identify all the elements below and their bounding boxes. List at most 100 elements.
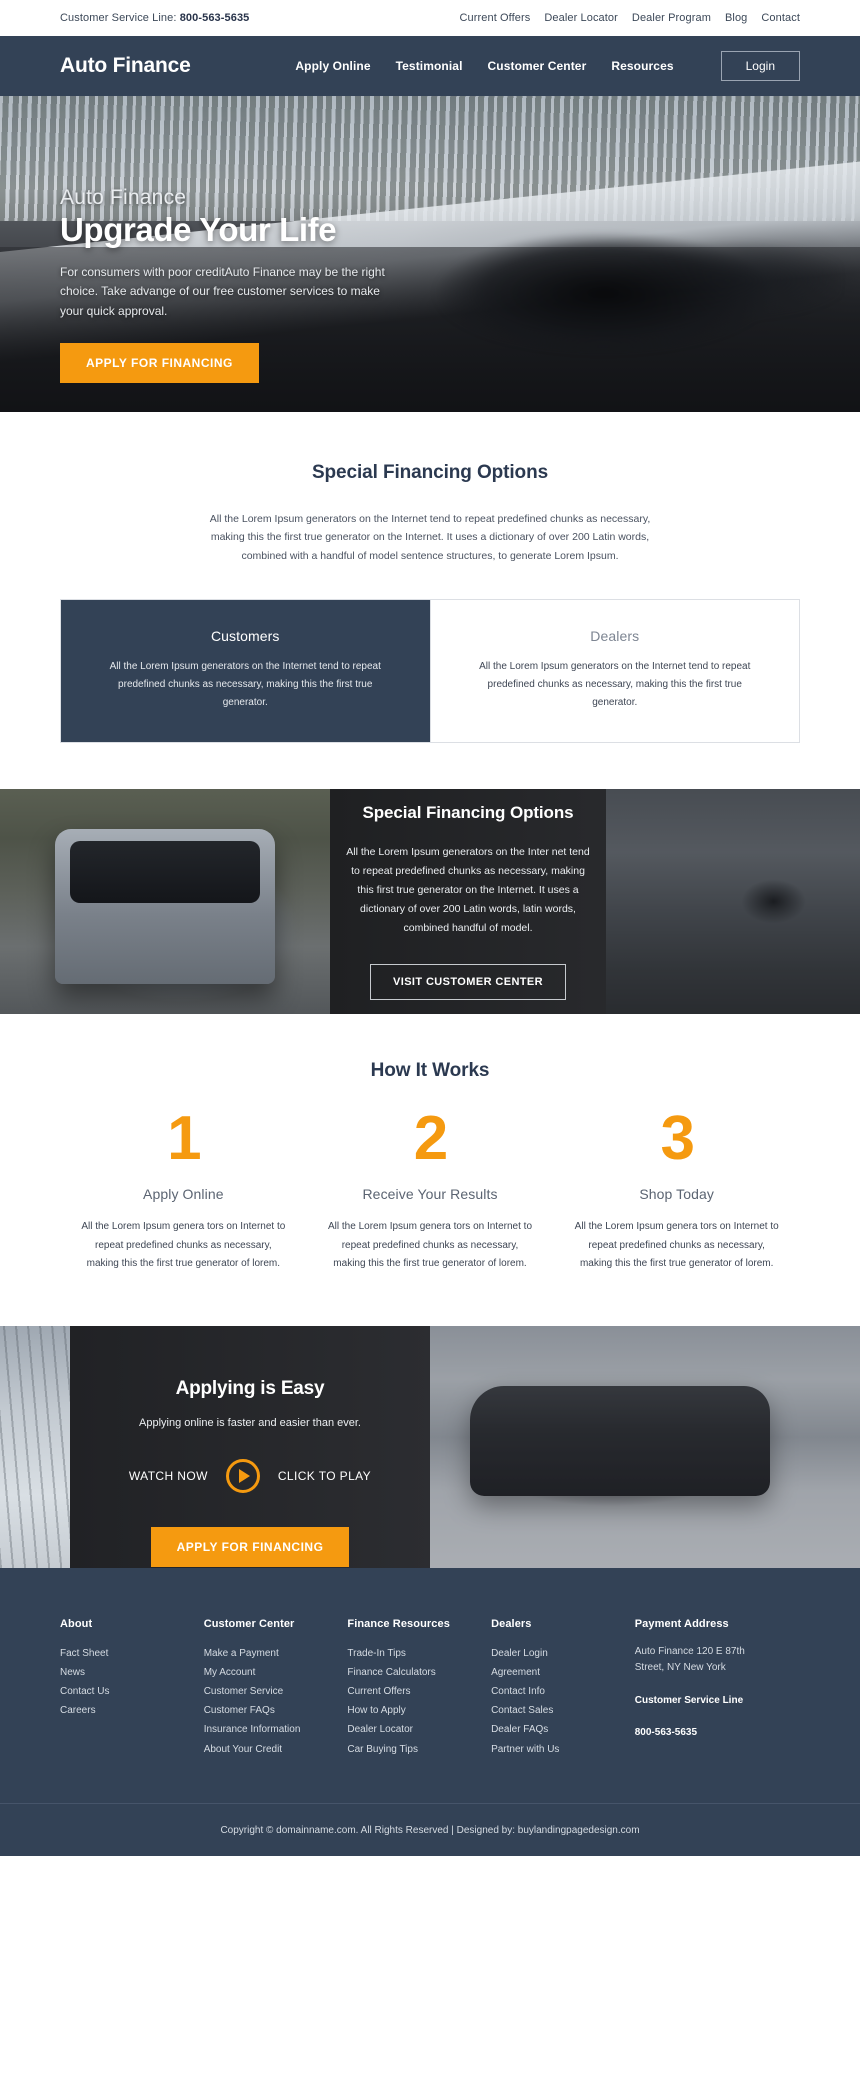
footer-link-contact-sales[interactable]: Contact Sales [491, 1701, 635, 1720]
how-it-works-steps: 1 Apply Online All the Lorem Ipsum gener… [60, 1108, 800, 1274]
footer-heading-about: About [60, 1617, 93, 1630]
dealers-card-text: All the Lorem Ipsum generators on the In… [479, 661, 751, 709]
footer-link-partner-with-us[interactable]: Partner with Us [491, 1740, 635, 1759]
applying-apply-for-financing-button[interactable]: APPLY FOR FINANCING [150, 1526, 350, 1567]
footer-column-payment-address: Payment Address Auto Finance 120 E 87th … [635, 1618, 800, 1759]
click-to-play-label: CLICK TO PLAY [277, 1468, 372, 1483]
footer-link-current-offers[interactable]: Current Offers [347, 1682, 491, 1701]
footer-link-contact-info[interactable]: Contact Info [491, 1682, 635, 1701]
footer-link-my-account[interactable]: My Account [204, 1663, 348, 1682]
how-it-works-section: How It Works 1 Apply Online All the Lore… [0, 1014, 860, 1326]
promo-road-photo-right [606, 789, 860, 1015]
footer-column-finance-resources: Finance Resources Trade-In Tips Finance … [347, 1618, 491, 1759]
hero-eyebrow: Auto Finance [60, 186, 187, 209]
how-it-works-title: How It Works [370, 1060, 490, 1082]
dealers-card[interactable]: Dealers All the Lorem Ipsum generators o… [430, 600, 799, 743]
footer-link-fact-sheet[interactable]: Fact Sheet [60, 1644, 204, 1663]
utility-link-contact[interactable]: Contact [761, 12, 800, 24]
visit-customer-center-button[interactable]: VISIT CUSTOMER CENTER [370, 963, 566, 1000]
service-line-phone: 800-563-5635 [179, 12, 250, 24]
step-2-text: All the Lorem Ipsum genera tors on Inter… [328, 1221, 532, 1270]
copyright-text: Copyright © domainname.com. All Rights R… [220, 1824, 640, 1836]
video-play-row: WATCH NOW CLICK TO PLAY [128, 1458, 372, 1493]
footer-link-dealer-faqs[interactable]: Dealer FAQs [491, 1720, 635, 1739]
footer-service-line-phone: 800-563-5635 [634, 1726, 698, 1738]
hero-section: Auto Finance Upgrade Your Life For consu… [0, 96, 860, 412]
footer-link-car-buying-tips[interactable]: Car Buying Tips [347, 1740, 491, 1759]
footer-link-customer-service[interactable]: Customer Service [204, 1682, 348, 1701]
step-1: 1 Apply Online All the Lorem Ipsum gener… [60, 1108, 307, 1274]
utility-link-dealer-program[interactable]: Dealer Program [632, 12, 711, 24]
footer-heading-customer-center: Customer Center [203, 1617, 295, 1630]
step-1-text: All the Lorem Ipsum genera tors on Inter… [81, 1221, 286, 1270]
watch-now-label: WATCH NOW [128, 1468, 208, 1483]
hero-subtitle: For consumers with poor creditAuto Finan… [60, 265, 385, 318]
footer-link-contact-us[interactable]: Contact Us [60, 1682, 204, 1701]
login-button[interactable]: Login [720, 51, 800, 81]
footer-link-agreement[interactable]: Agreement [491, 1663, 635, 1682]
step-1-number: 1 [167, 1104, 201, 1174]
footer-heading-dealers: Dealers [491, 1617, 532, 1630]
step-2-number: 2 [413, 1104, 448, 1174]
footer-link-careers[interactable]: Careers [60, 1701, 204, 1720]
brand-logo[interactable]: Auto Finance [60, 54, 191, 78]
footer-columns: About Fact Sheet News Contact Us Careers… [60, 1618, 800, 1759]
utility-nav: Current Offers Dealer Locator Dealer Pro… [459, 12, 800, 24]
footer-link-insurance-information[interactable]: Insurance Information [204, 1720, 348, 1739]
play-triangle-icon [238, 1468, 250, 1483]
footer-link-news[interactable]: News [60, 1663, 204, 1682]
customers-card-title: Customers [210, 628, 280, 645]
promo-car-photo-left [0, 789, 330, 1015]
copyright-bar: Copyright © domainname.com. All Rights R… [0, 1802, 860, 1856]
special-financing-lead: All the Lorem Ipsum generators on the In… [209, 513, 651, 562]
utility-bar: Customer Service Line: 800-563-5635 Curr… [0, 0, 860, 36]
footer-link-make-a-payment[interactable]: Make a Payment [204, 1644, 348, 1663]
utility-link-dealer-locator[interactable]: Dealer Locator [544, 12, 618, 24]
special-financing-section: Special Financing Options All the Lorem … [0, 412, 860, 790]
footer-heading-finance-resources: Finance Resources [347, 1617, 450, 1630]
nav-item-testimonial[interactable]: Testimonial [396, 59, 463, 73]
footer-link-dealer-login[interactable]: Dealer Login [491, 1644, 635, 1663]
utility-link-blog[interactable]: Blog [725, 12, 747, 24]
customer-center-promo-section: Special Financing Options All the Lorem … [0, 789, 860, 1015]
dealers-card-title: Dealers [590, 628, 640, 645]
footer-link-about-your-credit[interactable]: About Your Credit [204, 1740, 348, 1759]
applying-content-panel: Applying is Easy Applying online is fast… [70, 1325, 430, 1568]
applying-is-easy-section: Applying is Easy Applying online is fast… [0, 1325, 860, 1568]
promo-text: All the Lorem Ipsum generators on the In… [346, 846, 590, 934]
customers-card-text: All the Lorem Ipsum generators on the In… [109, 661, 381, 709]
footer-service-line-heading: Customer Service Line [634, 1694, 744, 1706]
main-nav: Apply Online Testimonial Customer Center… [295, 51, 800, 81]
footer-link-dealer-locator[interactable]: Dealer Locator [347, 1720, 491, 1739]
site-header: Auto Finance Apply Online Testimonial Cu… [0, 36, 860, 96]
step-3: 3 Shop Today All the Lorem Ipsum genera … [553, 1108, 800, 1274]
footer-address-line-1: Auto Finance 120 E 87th [634, 1645, 745, 1657]
footer-link-finance-calculators[interactable]: Finance Calculators [347, 1663, 491, 1682]
footer-link-trade-in-tips[interactable]: Trade-In Tips [347, 1644, 491, 1663]
nav-item-resources[interactable]: Resources [611, 59, 673, 73]
hero-motion-blur-car [410, 216, 840, 376]
audience-cards: Customers All the Lorem Ipsum generators… [60, 599, 800, 744]
nav-item-customer-center[interactable]: Customer Center [488, 59, 587, 73]
step-2: 2 Receive Your Results All the Lorem Ips… [307, 1108, 554, 1274]
footer-column-about: About Fact Sheet News Contact Us Careers [60, 1618, 204, 1759]
footer-link-customer-faqs[interactable]: Customer FAQs [204, 1701, 348, 1720]
step-3-number: 3 [660, 1104, 694, 1174]
hero-title: Upgrade Your Life [60, 211, 337, 248]
special-financing-title: Special Financing Options [311, 462, 549, 483]
customer-service-line: Customer Service Line: 800-563-5635 [60, 12, 249, 24]
promo-title: Special Financing Options [362, 803, 574, 823]
promo-content-panel: Special Financing Options All the Lorem … [330, 789, 606, 1015]
footer-heading-payment-address: Payment Address [634, 1617, 729, 1630]
footer-column-customer-center: Customer Center Make a Payment My Accoun… [204, 1618, 348, 1759]
nav-item-apply-online[interactable]: Apply Online [295, 59, 370, 73]
applying-subtitle: Applying online is faster and easier tha… [139, 1416, 361, 1429]
footer-link-how-to-apply[interactable]: How to Apply [347, 1701, 491, 1720]
applying-snow-photo-left [0, 1325, 70, 1568]
hero-apply-for-financing-button[interactable]: APPLY FOR FINANCING [60, 343, 259, 384]
customers-card[interactable]: Customers All the Lorem Ipsum generators… [61, 600, 431, 743]
play-icon[interactable] [225, 1458, 260, 1493]
utility-link-current-offers[interactable]: Current Offers [459, 12, 530, 24]
hero-content: Auto Finance Upgrade Your Life For consu… [0, 96, 430, 384]
applying-car-photo-right [430, 1325, 860, 1568]
